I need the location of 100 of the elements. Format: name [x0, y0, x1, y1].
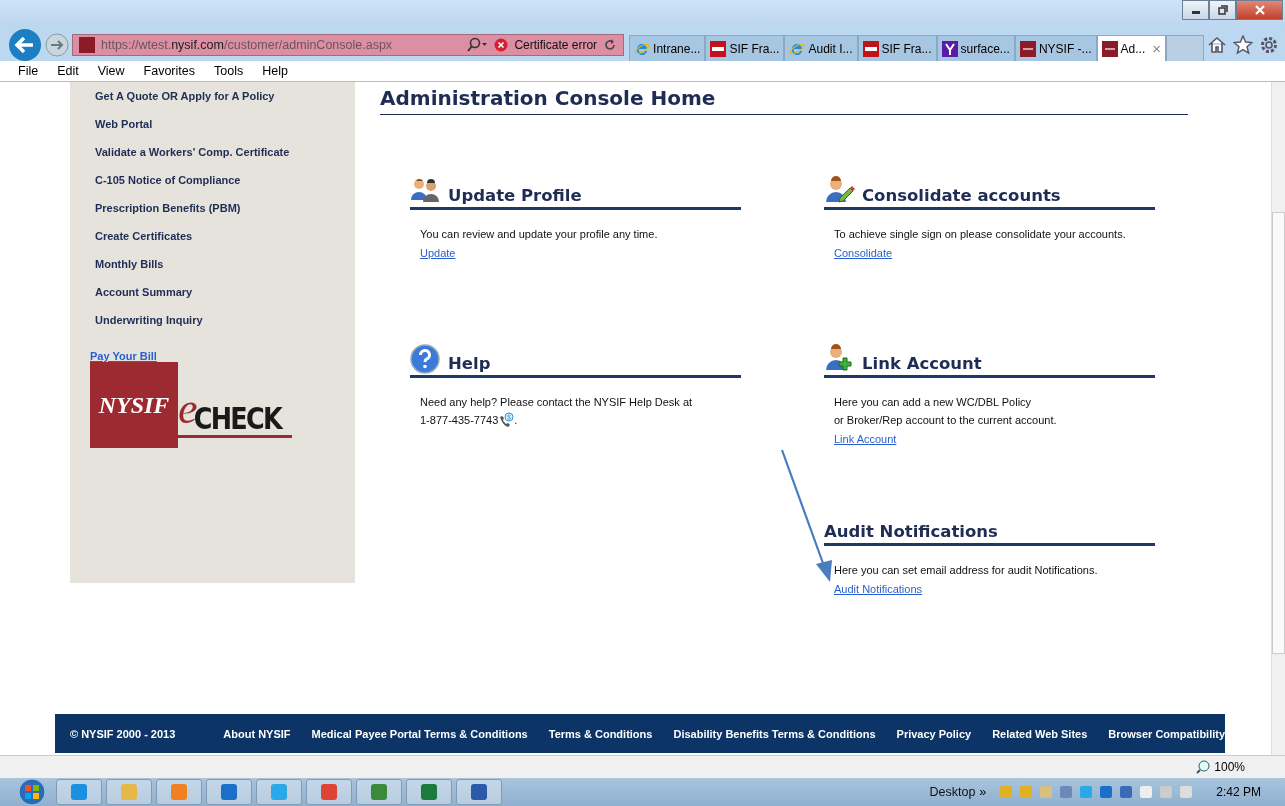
section-link[interactable]: Consolidate — [834, 244, 893, 262]
section-title: Help — [448, 354, 491, 374]
nysif-logo: NYSIF — [90, 362, 178, 448]
browser-tab[interactable]: NYSIF -... — [1014, 35, 1097, 61]
sidebar-link[interactable]: Monthly Bills — [95, 256, 164, 284]
sidebar-link[interactable]: Underwriting Inquiry — [95, 312, 203, 340]
app-icon — [420, 783, 438, 801]
menu-item[interactable]: Help — [250, 64, 295, 78]
section-title: Update Profile — [448, 186, 582, 206]
favicon-icon — [710, 40, 727, 57]
section-text: To achieve single sign on please consolidate your accounts. — [834, 227, 1127, 242]
scrollbar[interactable] — [1271, 82, 1285, 755]
period-text: . — [514, 414, 518, 426]
user-pencil-icon — [824, 176, 856, 206]
clock-time[interactable]: 2:42 PM — [1216, 785, 1261, 799]
favicon-icon — [1101, 40, 1118, 57]
footer-link[interactable]: About NYSIF — [223, 727, 291, 740]
menu-item[interactable]: File — [6, 64, 46, 78]
taskbar-app-button[interactable] — [356, 779, 402, 805]
footer-link[interactable]: Medical Payee Portal Terms & Conditions — [311, 727, 528, 740]
back-icon[interactable] — [8, 27, 42, 62]
more-toolbars-button[interactable]: » — [979, 785, 987, 799]
taskbar-app-button[interactable] — [256, 779, 302, 805]
refresh-icon[interactable] — [603, 37, 618, 52]
taskbar-app-button[interactable] — [406, 779, 452, 805]
app-icon — [470, 783, 488, 801]
browser-tab[interactable]: SIF Fra... — [857, 35, 937, 61]
tray-icon[interactable] — [1178, 784, 1195, 800]
copyright-text: © NYSIF 2000 - 2013 — [70, 727, 176, 740]
close-tab-button[interactable]: × — [1152, 40, 1161, 57]
search-icon[interactable] — [466, 36, 489, 53]
zoom-level[interactable]: 100% — [1214, 760, 1245, 774]
section-title: Audit Notifications — [824, 522, 998, 542]
taskbar-app-button[interactable] — [106, 779, 152, 805]
scrollbar-thumb[interactable] — [1272, 212, 1285, 654]
menu-item[interactable]: Edit — [45, 64, 86, 78]
app-icon — [220, 783, 238, 801]
section-title: Link Account — [862, 354, 982, 374]
home-icon[interactable] — [1207, 34, 1227, 55]
sidebar-link[interactable]: Create Certificates — [95, 228, 193, 256]
tray-icon[interactable] — [1138, 784, 1155, 800]
pay-bill-link[interactable]: Pay Your Bill — [90, 350, 157, 362]
section-link[interactable]: Update — [420, 244, 456, 262]
section-text: You can review and update your profile any time. — [420, 227, 659, 242]
browser-tab[interactable]: SIF Fra... — [705, 35, 785, 61]
menu-item[interactable]: Tools — [202, 64, 251, 78]
desktop-toolbar[interactable]: Desktop — [929, 785, 976, 799]
tray-icon[interactable] — [1098, 784, 1115, 800]
taskbar-app-button[interactable] — [156, 779, 202, 805]
tray-icon[interactable] — [1058, 784, 1075, 800]
settings-icon[interactable] — [1259, 34, 1279, 55]
section-text: Need any help? Please contact the NYSIF Help Desk at — [420, 395, 694, 410]
taskbar-app-button[interactable] — [456, 779, 502, 805]
section-text: Here you can add a new WC/DBL Policy — [834, 395, 1033, 410]
section-link[interactable]: Audit Notifications — [834, 580, 923, 598]
restore-icon — [1217, 5, 1228, 15]
phone-icon[interactable] — [498, 412, 515, 428]
browser-tab[interactable]: Ad... × — [1096, 35, 1166, 61]
sidebar-link[interactable]: Web Portal — [95, 116, 153, 144]
close-button[interactable] — [1236, 0, 1283, 20]
footer-link[interactable]: Browser Compatibility — [1108, 727, 1226, 740]
app-icon — [120, 783, 138, 801]
taskbar-app-button[interactable] — [206, 779, 252, 805]
sidebar-link[interactable]: Validate a Workers' Comp. Certificate — [95, 144, 290, 172]
address-bar[interactable]: https://wtest.nysif.com/customer/adminConsole.aspx Certificate error — [72, 33, 625, 56]
sidebar-link[interactable]: Account Summary — [95, 284, 193, 312]
browser-tab[interactable]: Intrane... — [629, 35, 706, 61]
certificate-error[interactable]: Certificate error — [514, 37, 598, 52]
sidebar-link[interactable]: Prescription Benefits (PBM) — [95, 200, 241, 228]
app-icon — [170, 783, 188, 801]
section-text: Here you can set email address for audit Notifications. — [834, 563, 1099, 578]
footer-link[interactable]: Disability Benefits Terms & Conditions — [673, 727, 876, 740]
sidebar-link[interactable]: C-105 Notice of Compliance — [95, 172, 241, 200]
app-icon — [370, 783, 388, 801]
taskbar-app-button[interactable] — [56, 779, 102, 805]
restore-button[interactable] — [1209, 0, 1236, 20]
sidebar-link[interactable]: Get A Quote OR Apply for A Policy — [95, 88, 275, 116]
section-title: Consolidate accounts — [862, 186, 1061, 206]
app-icon — [70, 783, 88, 801]
favicon-icon — [941, 40, 958, 57]
taskbar-app-button[interactable] — [306, 779, 352, 805]
tray-icon[interactable] — [1118, 784, 1135, 800]
close-icon — [1254, 5, 1265, 15]
app-icon — [270, 783, 288, 801]
section-link[interactable]: Link Account — [834, 430, 897, 448]
browser-tab[interactable]: surface... — [936, 35, 1015, 61]
favicon-icon — [862, 40, 879, 57]
menu-item[interactable]: View — [85, 64, 132, 78]
error-shield-icon — [494, 37, 509, 52]
menu-item[interactable]: Favorites — [131, 64, 202, 78]
forward-icon[interactable] — [45, 32, 69, 57]
footer-link[interactable]: Privacy Policy — [896, 727, 972, 740]
footer-link[interactable]: Terms & Conditions — [548, 727, 653, 740]
site-seal-icon — [79, 36, 95, 53]
minimize-button[interactable] — [1182, 0, 1209, 20]
footer-link[interactable]: Related Web Sites — [992, 727, 1088, 740]
phone-number: 1-877-435-7743 — [420, 414, 499, 426]
page-title: Administration Console Home — [380, 86, 1188, 115]
browser-tab[interactable]: Audit I... — [784, 35, 858, 61]
star-icon[interactable] — [1233, 34, 1253, 55]
